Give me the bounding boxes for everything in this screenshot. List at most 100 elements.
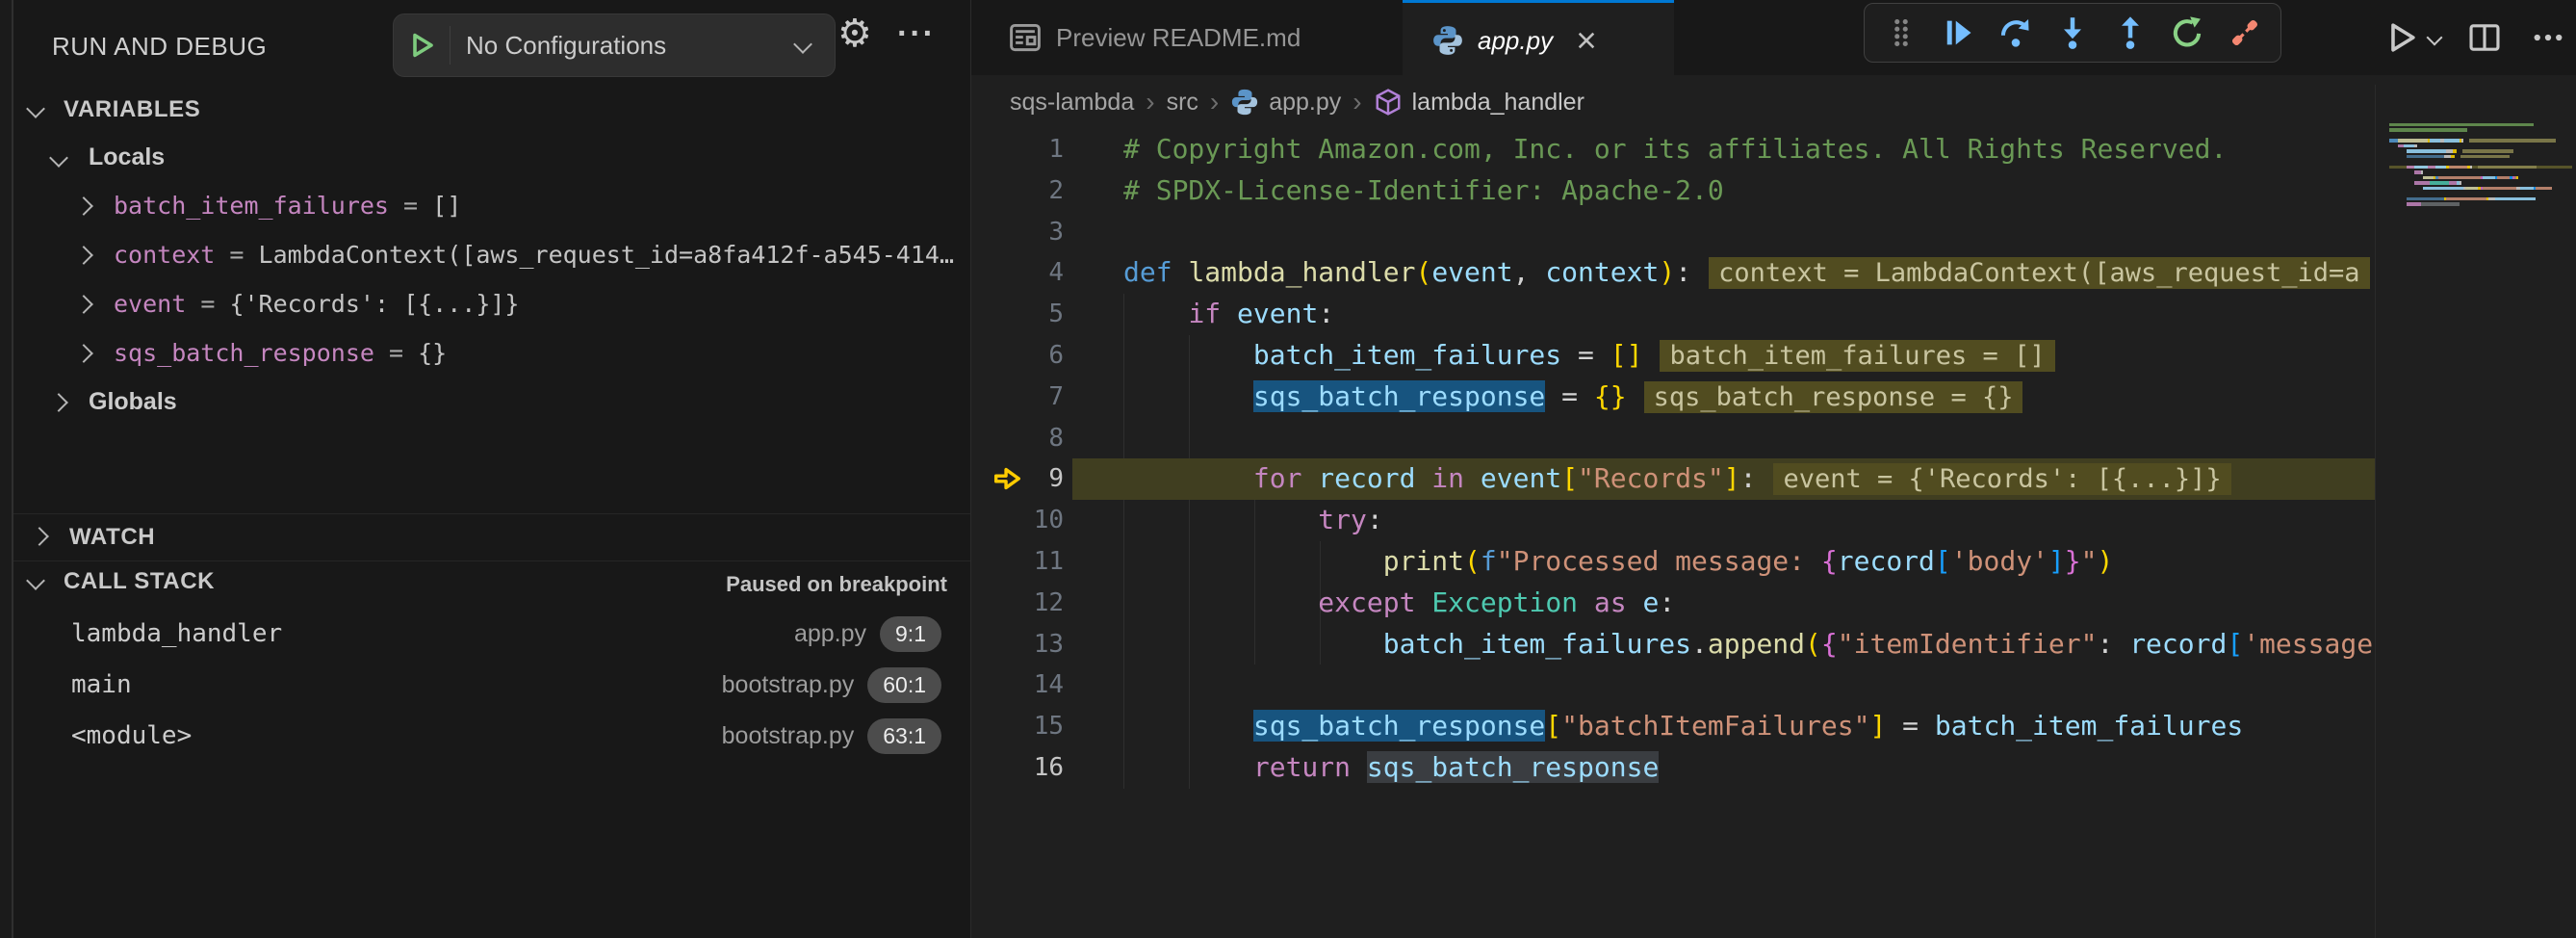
- chevron-right-icon: [74, 344, 93, 363]
- markdown-preview-icon: [1008, 20, 1043, 55]
- line-number[interactable]: 12: [971, 583, 1064, 624]
- variable-row[interactable]: batch_item_failures = []: [13, 183, 970, 231]
- line-number[interactable]: 5: [971, 294, 1064, 335]
- scope-globals-row[interactable]: Globals: [13, 379, 970, 428]
- code-text: sqs_batch_response["batchItemFailures"] …: [1123, 706, 2243, 747]
- config-dropdown-label: No Configurations: [466, 31, 666, 61]
- code-line[interactable]: 11 print(f"Processed message: {record['b…: [971, 541, 2375, 583]
- code-line[interactable]: 7 sqs_batch_response = {}sqs_batch_respo…: [971, 377, 2375, 418]
- code-line[interactable]: 14: [971, 664, 2375, 706]
- line-number[interactable]: 8: [971, 418, 1064, 459]
- code-line[interactable]: 10 try:: [971, 500, 2375, 541]
- code-line[interactable]: 4 def lambda_handler(event, context):cont…: [971, 252, 2375, 294]
- line-number[interactable]: 2: [971, 170, 1064, 212]
- editor-tab-bar: Preview README.md app.py: [971, 0, 2576, 75]
- watch-section-header[interactable]: WATCH: [13, 513, 970, 561]
- section-label: WATCH: [69, 524, 155, 551]
- editor-area: Preview README.md app.py: [970, 0, 2576, 938]
- paused-breakpoint-arrow-icon[interactable]: [991, 462, 1023, 508]
- line-number[interactable]: 1: [971, 129, 1064, 170]
- scope-locals-row[interactable]: Locals: [13, 135, 970, 183]
- run-dropdown-chevron-icon[interactable]: [2427, 30, 2443, 46]
- inline-debug-value: event = {'Records': [{...}]}: [1773, 463, 2230, 495]
- line-number[interactable]: 7: [971, 377, 1064, 418]
- variable-value: []: [432, 192, 461, 220]
- minimap[interactable]: [2375, 85, 2576, 938]
- sidebar-header: RUN AND DEBUG No Configurations ⚙ ···: [13, 0, 970, 85]
- more-actions-icon[interactable]: ···: [897, 15, 936, 53]
- code-text: print(f"Processed message: {record['body…: [1123, 541, 2113, 583]
- inline-debug-value: batch_item_failures = []: [1660, 340, 2054, 372]
- line-number[interactable]: 6: [971, 335, 1064, 377]
- more-actions-icon[interactable]: [2529, 18, 2567, 57]
- line-number[interactable]: 4: [971, 252, 1064, 294]
- tab-app-py[interactable]: app.py: [1403, 0, 1674, 78]
- code-line[interactable]: 8: [971, 418, 2375, 459]
- line-number[interactable]: 16: [971, 747, 1064, 789]
- scope-label: Globals: [89, 388, 177, 416]
- play-icon: [406, 30, 437, 61]
- code-text: except Exception as e:: [1123, 583, 1675, 624]
- vscode-debug-window: RUN AND DEBUG No Configurations ⚙ ··· VA…: [0, 0, 2576, 938]
- section-label: CALL STACK: [64, 568, 215, 595]
- continue-icon[interactable]: [1937, 12, 1979, 54]
- stack-frame-row[interactable]: lambda_handler app.py 9:1: [13, 609, 970, 659]
- chevron-right-icon: [74, 196, 93, 216]
- line-number[interactable]: 13: [971, 624, 1064, 665]
- debug-configuration-dropdown[interactable]: No Configurations: [393, 13, 836, 77]
- line-number[interactable]: 14: [971, 664, 1064, 706]
- code-line[interactable]: 15 sqs_batch_response["batchItemFailures…: [971, 706, 2375, 747]
- minimap-content: [2389, 123, 2572, 208]
- frame-position-badge: 60:1: [867, 667, 941, 703]
- tab-preview-readme[interactable]: Preview README.md: [971, 0, 1404, 75]
- code-text: try:: [1123, 500, 1383, 541]
- chevron-down-icon: [49, 148, 68, 168]
- chevron-down-icon: [26, 99, 45, 118]
- breadcrumb-item[interactable]: lambda_handler: [1412, 89, 1584, 117]
- section-label: VARIABLES: [64, 96, 200, 123]
- step-out-icon[interactable]: [2109, 12, 2151, 54]
- code-line[interactable]: 13 batch_item_failures.append({"itemIden…: [971, 624, 2375, 665]
- variable-row[interactable]: event = {'Records': [{...}]}: [13, 281, 970, 329]
- line-number[interactable]: 11: [971, 541, 1064, 583]
- code-editor[interactable]: 1# Copyright Amazon.com, Inc. or its aff…: [971, 129, 2375, 803]
- line-number[interactable]: 3: [971, 212, 1064, 253]
- code-line[interactable]: 9 for record in event["Records"]:event =…: [971, 458, 2375, 500]
- call-stack-section-header[interactable]: CALL STACK Paused on breakpoint: [13, 560, 970, 609]
- code-line[interactable]: 12 except Exception as e:: [971, 583, 2375, 624]
- split-editor-icon[interactable]: [2465, 18, 2504, 57]
- code-line[interactable]: 2# SPDX-License-Identifier: Apache-2.0: [971, 170, 2375, 212]
- variable-row[interactable]: sqs_batch_response = {}: [13, 330, 970, 378]
- code-line[interactable]: 6 batch_item_failures = []batch_item_fai…: [971, 335, 2375, 377]
- paused-status-text: Paused on breakpoint: [726, 572, 947, 597]
- code-text: if event:: [1123, 294, 1334, 335]
- breadcrumb-item[interactable]: src: [1167, 89, 1198, 117]
- code-line[interactable]: 5 if event:: [971, 294, 2375, 335]
- restart-icon[interactable]: [2166, 12, 2208, 54]
- disconnect-icon[interactable]: [2224, 12, 2266, 54]
- start-debug-button[interactable]: [394, 26, 451, 65]
- stack-frame-row[interactable]: main bootstrap.py 60:1: [13, 660, 970, 710]
- code-text: def lambda_handler(event, context):conte…: [1123, 252, 2370, 295]
- editor-actions: [2383, 0, 2567, 75]
- tab-label: app.py: [1478, 26, 1553, 56]
- gear-icon[interactable]: ⚙: [837, 12, 872, 56]
- variable-row[interactable]: context = LambdaContext([aws_request_id=…: [13, 232, 970, 280]
- step-over-icon[interactable]: [1995, 12, 2037, 54]
- stack-frame-row[interactable]: <module> bootstrap.py 63:1: [13, 711, 970, 761]
- variables-section-header[interactable]: VARIABLES: [13, 89, 970, 131]
- code-line[interactable]: 16 return sqs_batch_response: [971, 747, 2375, 789]
- line-number[interactable]: 15: [971, 706, 1064, 747]
- chevron-right-icon: [74, 246, 93, 265]
- code-line[interactable]: 1# Copyright Amazon.com, Inc. or its aff…: [971, 129, 2375, 170]
- scope-label: Locals: [89, 143, 165, 171]
- drag-handle-icon[interactable]: [1880, 12, 1922, 54]
- step-into-icon[interactable]: [2051, 12, 2094, 54]
- breadcrumb-item[interactable]: app.py: [1269, 89, 1341, 117]
- run-icon[interactable]: [2383, 18, 2421, 57]
- code-line[interactable]: 3: [971, 212, 2375, 253]
- code-text: return sqs_batch_response: [1123, 747, 1659, 789]
- breadcrumb-item[interactable]: sqs-lambda: [1010, 89, 1134, 117]
- python-icon: [1230, 88, 1259, 117]
- close-icon[interactable]: [1574, 28, 1599, 53]
